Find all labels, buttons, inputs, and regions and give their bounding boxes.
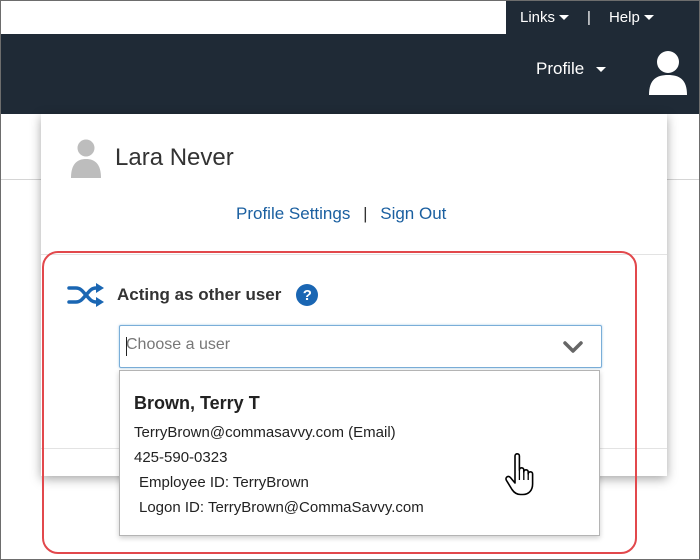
profile-menu-label: Profile	[536, 59, 585, 78]
top-nav: Links | Help	[506, 1, 699, 34]
profile-menu-button[interactable]: Profile	[536, 59, 607, 79]
acting-as-user-title: Acting as other user	[117, 285, 282, 304]
choose-user-select[interactable]	[119, 325, 602, 368]
text-cursor	[126, 337, 127, 356]
question-circle-icon[interactable]: ?	[296, 284, 319, 306]
popover-links: Profile Settings | Sign Out	[236, 204, 446, 224]
user-option-logon-id: Logon ID: TerryBrown@CommaSavvy.com	[139, 499, 424, 516]
app-window: Links | Help Profile Lara Never Profile …	[0, 0, 700, 560]
help-menu[interactable]: Help	[609, 9, 654, 26]
popover-divider	[41, 254, 667, 255]
user-option-phone: 425-590-0323	[134, 449, 228, 466]
user-silhouette-icon	[71, 139, 101, 178]
caret-down-icon	[596, 66, 607, 72]
help-menu-label: Help	[608, 9, 640, 26]
shuffle-icon	[67, 283, 104, 307]
popover-user-name: Lara Never	[115, 144, 234, 171]
user-option-name: Brown, Terry T	[134, 393, 260, 413]
chevron-down-icon[interactable]	[563, 339, 583, 355]
acting-as-user-header: Acting as other user ?	[67, 283, 319, 307]
link-separator: |	[363, 204, 368, 223]
sign-out-link[interactable]: Sign Out	[380, 204, 446, 223]
top-nav-separator: |	[587, 9, 591, 26]
profile-settings-link[interactable]: Profile Settings	[236, 204, 350, 223]
popover-user-row: Lara Never	[71, 138, 234, 178]
caret-down-icon	[643, 15, 654, 20]
caret-down-icon	[559, 15, 570, 20]
avatar-icon[interactable]	[647, 49, 689, 97]
user-option-email: TerryBrown@commasavvy.com (Email)	[134, 424, 396, 441]
links-menu-label: Links	[520, 9, 556, 26]
choose-user-input[interactable]	[126, 336, 546, 354]
user-option-employee-id: Employee ID: TerryBrown	[139, 474, 309, 491]
hand-cursor-icon	[505, 453, 534, 496]
links-menu[interactable]: Links	[520, 9, 570, 26]
